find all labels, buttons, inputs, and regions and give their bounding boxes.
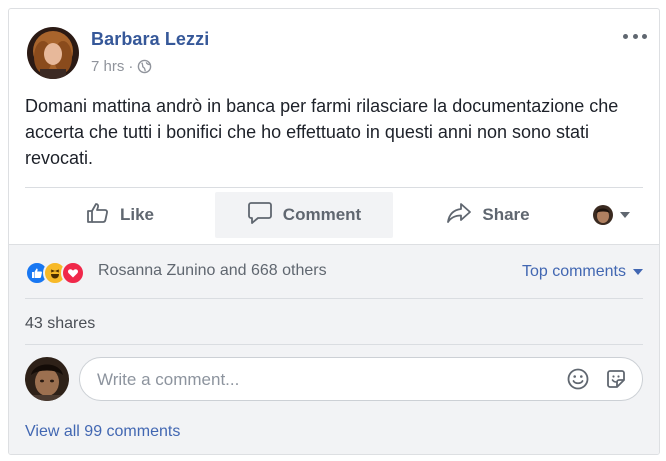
action-bar: Like Comment Share [25, 192, 643, 238]
author-avatar[interactable] [27, 27, 79, 79]
comment-input-box[interactable] [79, 357, 643, 402]
reactions-row: Rosanna Zunino and 668 others Top commen… [25, 245, 643, 297]
comment-sort-label: Top comments [521, 263, 626, 280]
sticker-icon[interactable] [604, 367, 628, 391]
shares-count[interactable]: 43 shares [25, 315, 95, 333]
divider [25, 344, 643, 345]
reactions-summary[interactable]: Rosanna Zunino and 668 others [98, 262, 327, 280]
post-card: Barbara Lezzi 7 hrs · Domani mattina and… [8, 8, 660, 455]
emoji-icon[interactable] [566, 367, 590, 391]
share-arrow-icon [446, 201, 482, 230]
post-meta: 7 hrs · [91, 58, 152, 75]
chevron-down-icon [620, 212, 630, 218]
comment-label: Comment [282, 205, 362, 224]
post-text: Domani mattina andrò in banca per farmi … [25, 96, 619, 168]
comment-bubble-icon [247, 201, 283, 230]
chevron-down-icon [633, 269, 643, 275]
feedback-section: Rosanna Zunino and 668 others Top commen… [9, 244, 659, 454]
post-as-selector[interactable] [593, 205, 630, 225]
divider [25, 187, 643, 188]
author-name[interactable]: Barbara Lezzi [91, 29, 209, 50]
globe-icon[interactable] [137, 59, 152, 74]
more-options-icon[interactable] [623, 27, 647, 45]
view-all-comments-link[interactable]: View all 99 comments [25, 423, 180, 441]
viewer-avatar [25, 357, 69, 401]
meta-separator: · [128, 58, 134, 75]
thumbs-up-icon [86, 201, 120, 230]
like-label: Like [119, 205, 155, 224]
divider [25, 298, 643, 299]
love-icon [61, 261, 85, 285]
share-button[interactable]: Share [403, 192, 573, 238]
like-button[interactable]: Like [25, 192, 215, 238]
reaction-icons[interactable] [25, 261, 85, 285]
share-label: Share [482, 205, 530, 224]
comment-input[interactable] [95, 358, 529, 402]
post-timestamp[interactable]: 7 hrs [91, 58, 124, 75]
viewer-avatar [593, 205, 613, 225]
comment-button[interactable]: Comment [215, 192, 393, 238]
comment-sort-dropdown[interactable]: Top comments [522, 263, 643, 281]
